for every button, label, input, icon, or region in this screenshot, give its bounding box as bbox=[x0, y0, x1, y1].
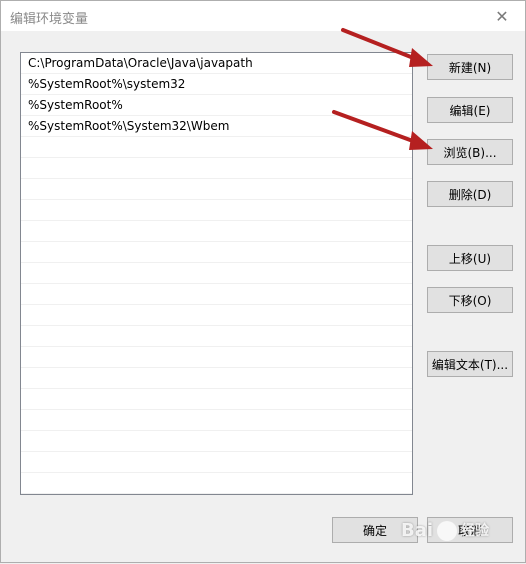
list-item[interactable]: %SystemRoot% bbox=[21, 95, 412, 116]
empty-row bbox=[21, 452, 412, 473]
empty-row bbox=[21, 221, 412, 242]
cancel-button[interactable]: 取消 bbox=[427, 517, 513, 543]
edit-text-button[interactable]: 编辑文本(T)... bbox=[427, 351, 513, 377]
close-button[interactable]: ✕ bbox=[479, 1, 525, 31]
empty-row bbox=[21, 410, 412, 431]
delete-button[interactable]: 删除(D) bbox=[427, 181, 513, 207]
empty-row bbox=[21, 158, 412, 179]
empty-row bbox=[21, 368, 412, 389]
close-icon: ✕ bbox=[495, 6, 509, 26]
empty-row bbox=[21, 431, 412, 452]
edit-env-var-dialog: 编辑环境变量 ✕ C:\ProgramData\Oracle\Java\java… bbox=[0, 0, 526, 563]
new-button[interactable]: 新建(N) bbox=[427, 54, 513, 80]
list-item[interactable]: C:\ProgramData\Oracle\Java\javapath bbox=[21, 53, 412, 74]
empty-row bbox=[21, 263, 412, 284]
list-item[interactable]: %SystemRoot%\system32 bbox=[21, 74, 412, 95]
empty-row bbox=[21, 347, 412, 368]
empty-row bbox=[21, 473, 412, 494]
empty-row bbox=[21, 305, 412, 326]
empty-row bbox=[21, 200, 412, 221]
empty-row bbox=[21, 137, 412, 158]
empty-row bbox=[21, 242, 412, 263]
browse-button[interactable]: 浏览(B)... bbox=[427, 139, 513, 165]
empty-row bbox=[21, 326, 412, 347]
empty-row bbox=[21, 494, 412, 495]
move-down-button[interactable]: 下移(O) bbox=[427, 287, 513, 313]
path-listbox[interactable]: C:\ProgramData\Oracle\Java\javapath %Sys… bbox=[20, 52, 413, 495]
path-list: C:\ProgramData\Oracle\Java\javapath %Sys… bbox=[21, 53, 412, 495]
list-item[interactable]: %SystemRoot%\System32\Wbem bbox=[21, 116, 412, 137]
empty-row bbox=[21, 389, 412, 410]
edit-button[interactable]: 编辑(E) bbox=[427, 97, 513, 123]
ok-button[interactable]: 确定 bbox=[332, 517, 418, 543]
empty-row bbox=[21, 284, 412, 305]
dialog-title: 编辑环境变量 bbox=[10, 12, 89, 27]
title-bar: 编辑环境变量 ✕ bbox=[1, 1, 525, 31]
empty-row bbox=[21, 179, 412, 200]
move-up-button[interactable]: 上移(U) bbox=[427, 245, 513, 271]
